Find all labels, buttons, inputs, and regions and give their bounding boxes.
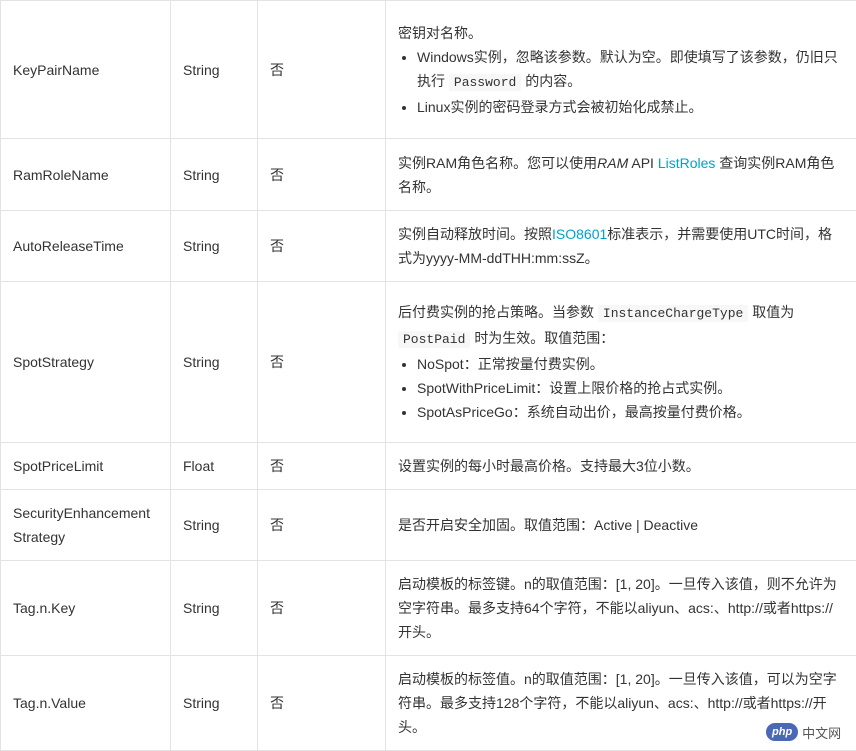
param-name: SpotStrategy xyxy=(0,281,171,443)
param-name: SpotPriceLimit xyxy=(0,442,171,490)
table-row: KeyPairName String 否 密钥对名称。 Windows实例，忽略… xyxy=(0,0,856,139)
param-type: Float xyxy=(170,442,258,490)
param-type: String xyxy=(170,560,258,656)
list-item: NoSpot：正常按量付费实例。 xyxy=(417,352,844,376)
description-text-part: 实例RAM角色名称。您可以使用 xyxy=(398,154,598,171)
description-text-part: API xyxy=(628,154,658,171)
description-text: 实例RAM角色名称。您可以使用RAM API ListRoles 查询实例RAM… xyxy=(398,151,844,199)
param-description: 实例自动释放时间。按照ISO8601标准表示，并需要使用UTC时间，格式为yyy… xyxy=(385,210,856,282)
param-required: 否 xyxy=(257,655,386,751)
description-text-part: 实例自动释放时间。按照 xyxy=(398,226,552,242)
description-text-part: 后付费实例的抢占策略。当参数 xyxy=(398,304,594,320)
description-text-part: 时为生效。取值范围： xyxy=(474,330,615,346)
table-row: Tag.n.Value String 否 启动模板的标签值。n的取值范围：[1,… xyxy=(0,655,856,751)
param-type: String xyxy=(170,210,258,282)
table-row: Tag.n.Key String 否 启动模板的标签键。n的取值范围：[1, 2… xyxy=(0,560,856,656)
description-list: Windows实例，忽略该参数。默认为空。即使填写了该参数，仍旧只执行 Pass… xyxy=(398,45,844,119)
parameter-table: KeyPairName String 否 密钥对名称。 Windows实例，忽略… xyxy=(0,0,856,751)
description-emphasis: RAM xyxy=(597,154,629,171)
list-item: Windows实例，忽略该参数。默认为空。即使填写了该参数，仍旧只执行 Pass… xyxy=(417,45,844,95)
param-required: 否 xyxy=(257,442,386,490)
param-description: 启动模板的标签键。n的取值范围：[1, 20]。一旦传入该值，则不允许为空字符串… xyxy=(385,560,856,656)
param-type: String xyxy=(170,489,258,561)
description-text: 密钥对名称。 xyxy=(398,24,482,41)
param-name: Tag.n.Key xyxy=(0,560,171,656)
param-required: 否 xyxy=(257,281,386,443)
description-text: 后付费实例的抢占策略。当参数 InstanceChargeType 取值为 Po… xyxy=(398,300,844,352)
param-required: 否 xyxy=(257,0,386,139)
param-type: String xyxy=(170,138,258,211)
param-name: RamRoleName xyxy=(0,138,171,211)
param-description: 密钥对名称。 Windows实例，忽略该参数。默认为空。即使填写了该参数，仍旧只… xyxy=(385,0,856,139)
listroles-link[interactable]: ListRoles xyxy=(658,155,716,171)
param-required: 否 xyxy=(257,210,386,282)
param-name: SecurityEnhancementStrategy xyxy=(0,489,171,561)
param-required: 否 xyxy=(257,560,386,656)
list-item: SpotWithPriceLimit：设置上限价格的抢占式实例。 xyxy=(417,376,844,400)
site-watermark: php 中文网 xyxy=(766,721,850,743)
list-item: Linux实例的密码登录方式会被初始化成禁止。 xyxy=(417,95,844,119)
inline-code: Password xyxy=(448,73,522,91)
table-row: SecurityEnhancementStrategy String 否 是否开… xyxy=(0,489,856,561)
param-description: 是否开启安全加固。取值范围：Active | Deactive xyxy=(385,489,856,561)
inline-code: InstanceChargeType xyxy=(597,305,749,322)
table-row: SpotStrategy String 否 后付费实例的抢占策略。当参数 Ins… xyxy=(0,281,856,443)
php-logo-icon: php xyxy=(766,723,799,741)
param-required: 否 xyxy=(257,138,386,211)
watermark-text: 中文网 xyxy=(802,726,842,742)
param-description: 设置实例的每小时最高价格。支持最大3位小数。 xyxy=(385,442,856,490)
param-type: String xyxy=(170,655,258,751)
param-required: 否 xyxy=(257,489,386,561)
param-description: 实例RAM角色名称。您可以使用RAM API ListRoles 查询实例RAM… xyxy=(385,138,856,211)
list-item-text: 的内容。 xyxy=(525,72,582,89)
param-description: 后付费实例的抢占策略。当参数 InstanceChargeType 取值为 Po… xyxy=(385,281,856,443)
param-name: Tag.n.Value xyxy=(0,655,171,751)
inline-code: PostPaid xyxy=(398,331,471,348)
table-row: SpotPriceLimit Float 否 设置实例的每小时最高价格。支持最大… xyxy=(0,442,856,490)
list-item: SpotAsPriceGo：系统自动出价，最高按量付费价格。 xyxy=(417,400,844,424)
param-type: String xyxy=(170,0,258,139)
table-row: RamRoleName String 否 实例RAM角色名称。您可以使用RAM … xyxy=(0,138,856,211)
param-type: String xyxy=(170,281,258,443)
description-text-part: 取值为 xyxy=(752,304,795,320)
iso8601-link[interactable]: ISO8601 xyxy=(552,226,607,242)
description-text: 实例自动释放时间。按照ISO8601标准表示，并需要使用UTC时间，格式为yyy… xyxy=(398,222,844,270)
param-name: KeyPairName xyxy=(0,0,171,139)
param-name: AutoReleaseTime xyxy=(0,210,171,282)
description-list: NoSpot：正常按量付费实例。 SpotWithPriceLimit：设置上限… xyxy=(398,352,844,424)
table-row: AutoReleaseTime String 否 实例自动释放时间。按照ISO8… xyxy=(0,210,856,282)
